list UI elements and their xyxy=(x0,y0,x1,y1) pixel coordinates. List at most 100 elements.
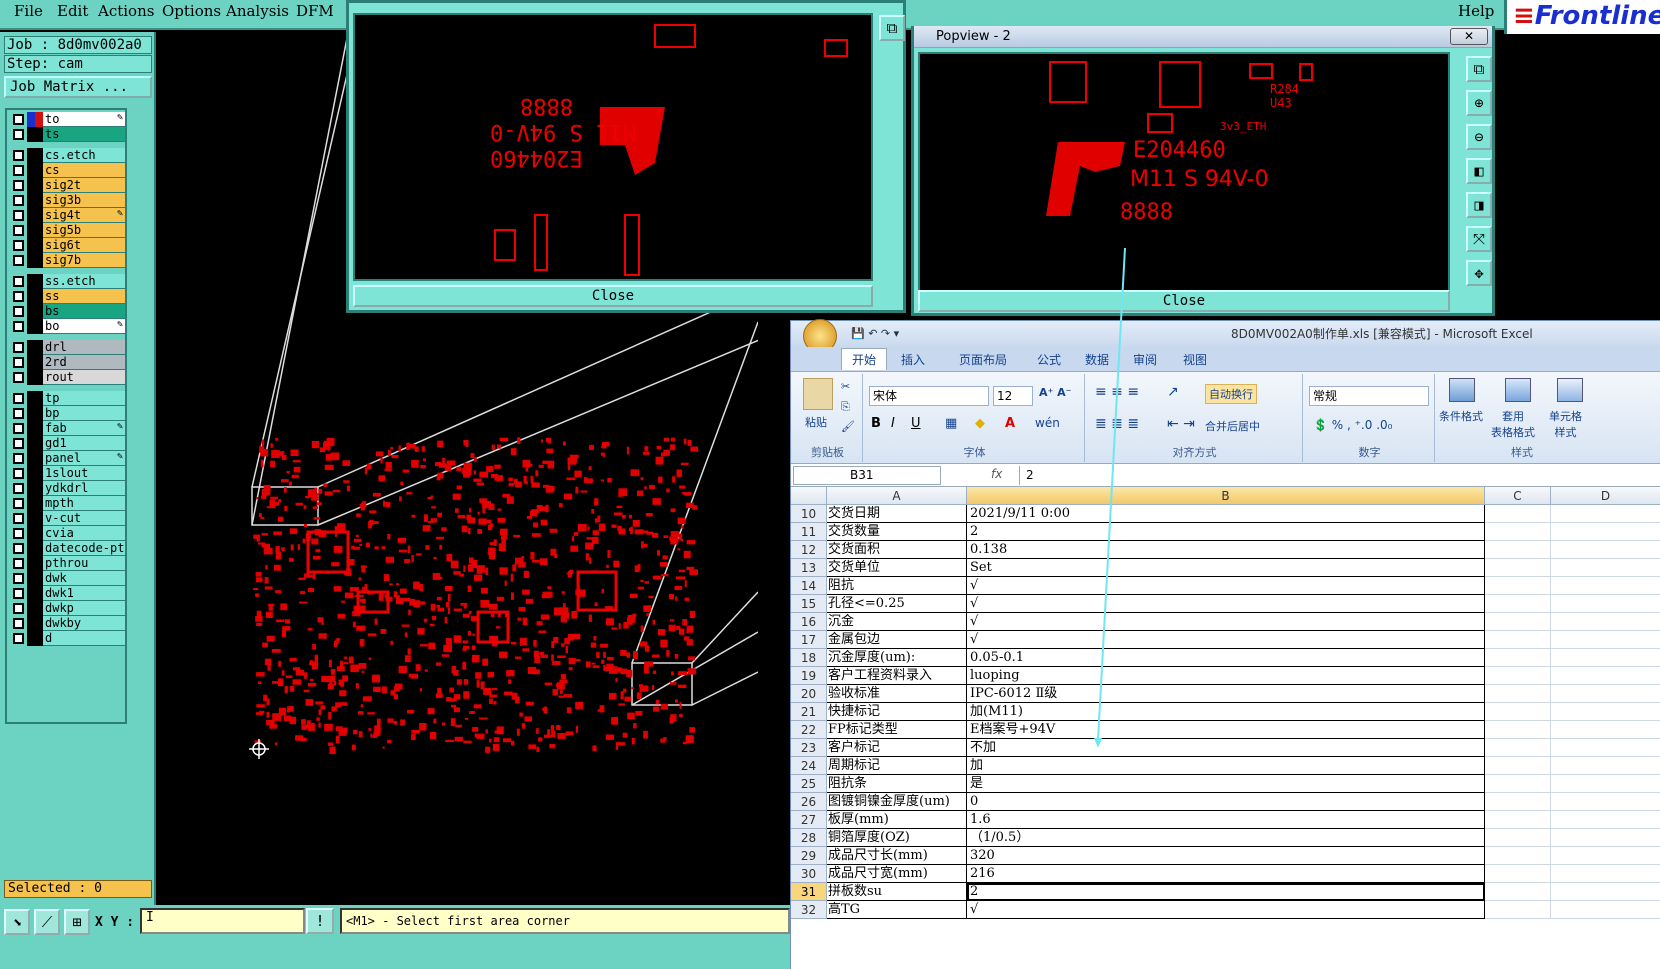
cell-d[interactable] xyxy=(1551,757,1660,775)
tab-review[interactable]: 审阅 xyxy=(1133,351,1157,368)
layer-name[interactable]: sig6t xyxy=(43,238,125,253)
cell-d[interactable] xyxy=(1551,847,1660,865)
layer-row[interactable]: mpth xyxy=(9,496,125,511)
layer-row[interactable]: panel ✎ xyxy=(9,451,125,466)
row-header[interactable]: 32 xyxy=(791,901,827,919)
tab-insert[interactable]: 插入 xyxy=(901,351,925,368)
cell-c[interactable] xyxy=(1485,685,1551,703)
cell-c[interactable] xyxy=(1485,775,1551,793)
cell-b[interactable]: Set xyxy=(967,559,1485,577)
cell-a[interactable]: 板厚(mm) xyxy=(827,811,967,829)
layer-checkbox[interactable] xyxy=(13,393,24,404)
paste-button[interactable]: 粘贴 xyxy=(805,414,827,430)
cell-c[interactable] xyxy=(1485,595,1551,613)
popview-1-close-button[interactable]: Close xyxy=(353,285,873,307)
layer-row[interactable]: ss.etch xyxy=(9,274,125,289)
fill-color-icon[interactable]: ◆ xyxy=(975,416,985,431)
cell-a[interactable]: 拼板数su xyxy=(827,883,967,901)
layer-checkbox[interactable] xyxy=(13,558,24,569)
merge-center-button[interactable]: 合并后居中 xyxy=(1205,418,1260,434)
layer-name[interactable]: mpth xyxy=(43,496,125,511)
cell-b[interactable]: 加 xyxy=(967,757,1485,775)
cell-c[interactable] xyxy=(1485,811,1551,829)
popview-2-close-icon[interactable]: ✕ xyxy=(1450,28,1488,45)
cell-c[interactable] xyxy=(1485,883,1551,901)
layer-name[interactable]: bp xyxy=(43,406,125,421)
popview-2-pan-left-icon[interactable]: ◧ xyxy=(1466,158,1492,184)
col-header-d[interactable]: D xyxy=(1551,487,1660,505)
cell-a[interactable]: FP标记类型 xyxy=(827,721,967,739)
layer-row[interactable]: bo ✎ xyxy=(9,319,125,334)
layer-name[interactable]: ss.etch xyxy=(43,274,125,289)
layer-name[interactable]: sig2t xyxy=(43,178,125,193)
cell-a[interactable]: 成品尺寸长(mm) xyxy=(827,847,967,865)
cell-a[interactable]: 图镀铜镍金厚度(um) xyxy=(827,793,967,811)
layer-name[interactable]: 1slout xyxy=(43,466,125,481)
layer-row[interactable]: cs.etch xyxy=(9,148,125,163)
row-header[interactable]: 22 xyxy=(791,721,827,739)
layer-name[interactable]: panel xyxy=(43,451,125,466)
cell-d[interactable] xyxy=(1551,685,1660,703)
cell-c[interactable] xyxy=(1485,649,1551,667)
copy-icon[interactable]: ⎘ xyxy=(841,400,850,414)
layer-row[interactable]: v-cut xyxy=(9,511,125,526)
name-box[interactable]: B31 xyxy=(793,466,941,485)
layer-checkbox[interactable] xyxy=(13,357,24,368)
layer-name[interactable]: to xyxy=(43,112,125,127)
cut-icon[interactable]: ✂ xyxy=(841,380,850,393)
layer-checkbox[interactable] xyxy=(13,165,24,176)
row-header[interactable]: 21 xyxy=(791,703,827,721)
indent-icon[interactable]: ⇤ ⇥ xyxy=(1167,416,1195,432)
layer-checkbox[interactable] xyxy=(13,255,24,266)
cell-c[interactable] xyxy=(1485,667,1551,685)
layer-row[interactable]: sig7b xyxy=(9,253,125,268)
cell-b[interactable]: IPC-6012 Ⅱ级 xyxy=(967,685,1485,703)
layer-row[interactable]: ss xyxy=(9,289,125,304)
alert-icon[interactable]: ! xyxy=(306,908,334,934)
menu-dfm[interactable]: DFM xyxy=(296,2,334,20)
job-matrix-button[interactable]: Job Matrix ... xyxy=(4,76,152,98)
cell-d[interactable] xyxy=(1551,649,1660,667)
layer-checkbox[interactable] xyxy=(13,408,24,419)
fx-icon[interactable]: fx xyxy=(991,467,1002,481)
layer-name[interactable]: drl xyxy=(43,340,125,355)
row-header[interactable]: 14 xyxy=(791,577,827,595)
layer-name[interactable]: dwkby xyxy=(43,616,125,631)
layer-checkbox[interactable] xyxy=(13,276,24,287)
menu-analysis[interactable]: Analysis xyxy=(226,2,289,20)
col-header-c[interactable]: C xyxy=(1485,487,1551,505)
layer-row[interactable]: pthrou xyxy=(9,556,125,571)
menu-edit[interactable]: Edit xyxy=(57,2,88,20)
layer-name[interactable]: gd1 xyxy=(43,436,125,451)
cell-c[interactable] xyxy=(1485,829,1551,847)
row-header[interactable]: 28 xyxy=(791,829,827,847)
layer-row[interactable]: to ✎ xyxy=(9,112,125,127)
layer-row[interactable]: rout xyxy=(9,370,125,385)
cell-d[interactable] xyxy=(1551,883,1660,901)
layer-name[interactable]: datecode-pt xyxy=(43,541,125,556)
zoom-area-icon[interactable]: ⬊ xyxy=(4,909,30,935)
popview-1-view[interactable]: E204460 M11 S 94V-0 8888 xyxy=(353,13,873,281)
layer-row[interactable]: 2rd xyxy=(9,355,125,370)
row-header[interactable]: 12 xyxy=(791,541,827,559)
layer-name[interactable]: ydkdrl xyxy=(43,481,125,496)
popview-2-move-icon[interactable]: ✥ xyxy=(1466,260,1492,286)
cell-c[interactable] xyxy=(1485,847,1551,865)
layer-row[interactable]: sig6t xyxy=(9,238,125,253)
layer-name[interactable]: cvia xyxy=(43,526,125,541)
cell-a[interactable]: 沉金厚度(um): xyxy=(827,649,967,667)
conditional-format-button[interactable]: 条件格式 xyxy=(1439,408,1483,424)
cell-a[interactable]: 验收标准 xyxy=(827,685,967,703)
layer-name[interactable]: sig5b xyxy=(43,223,125,238)
wrap-text-button[interactable]: 自动换行 xyxy=(1205,384,1257,404)
cell-b[interactable]: （1/0.5） xyxy=(967,829,1485,847)
layer-checkbox[interactable] xyxy=(13,573,24,584)
cell-a[interactable]: 铜箔厚度(OZ) xyxy=(827,829,967,847)
layer-checkbox[interactable] xyxy=(13,423,24,434)
layer-checkbox[interactable] xyxy=(13,588,24,599)
layer-checkbox[interactable] xyxy=(13,618,24,629)
row-header[interactable]: 24 xyxy=(791,757,827,775)
cell-c[interactable] xyxy=(1485,721,1551,739)
cell-b[interactable]: 0 xyxy=(967,793,1485,811)
border-icon[interactable]: ▦ xyxy=(945,416,957,431)
